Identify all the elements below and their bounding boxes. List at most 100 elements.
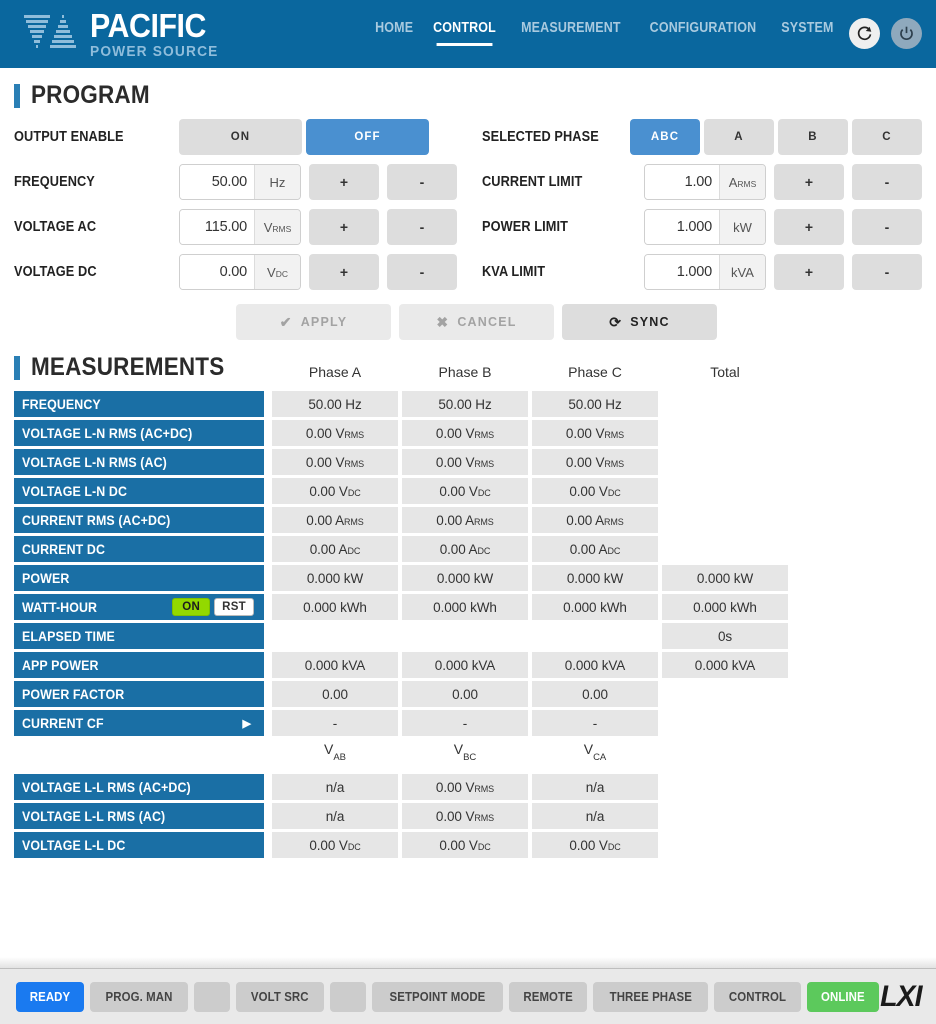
- program-title: PROGRAM: [31, 81, 150, 109]
- field-frequency[interactable]: 50.00 Hz: [179, 164, 301, 200]
- label-text: VOLTAGE L-N DC: [22, 483, 128, 499]
- decrement-frequency[interactable]: -: [387, 164, 457, 200]
- program-actions: ✔ APPLY ✖ CANCEL ⟳ SYNC: [236, 304, 922, 340]
- input-frequency[interactable]: 50.00: [180, 165, 254, 199]
- cell-value: n/a: [532, 803, 658, 829]
- watt-hour-controls: ON RST: [172, 598, 254, 616]
- nav-item-system[interactable]: SYSTEM: [781, 20, 833, 49]
- phase-a-button[interactable]: A: [704, 119, 774, 155]
- row-label-voltage-l-l-dc: VOLTAGE L-L DC: [14, 832, 264, 858]
- table-row: VOLTAGE L-N RMS (AC) 0.00 V RMS 0.00 V RMS 0.…: [14, 449, 922, 475]
- decrement-voltage-dc[interactable]: -: [387, 254, 457, 290]
- cell-value: 0.00 V RMS: [402, 449, 528, 475]
- row-label-current-cf: CURRENT CF ▶: [14, 710, 264, 736]
- decrement-kva-limit[interactable]: -: [852, 254, 922, 290]
- table-row: CURRENT CF ▶ - - -: [14, 710, 922, 736]
- row-label-voltage-l-n-rms-ac-: VOLTAGE L-N RMS (AC): [14, 449, 264, 475]
- increment-current-limit[interactable]: +: [774, 164, 844, 200]
- row-label-voltage-l-n-rms-ac-dc-: VOLTAGE L-N RMS (AC+DC): [14, 420, 264, 446]
- page-content: PROGRAM OUTPUT ENABLE ON OFF SELECTED PHA…: [0, 68, 936, 858]
- status-bar-divider: [0, 957, 936, 969]
- cell-total: 0.000 kWh: [662, 594, 788, 620]
- output-enable-on-button[interactable]: ON: [179, 119, 302, 155]
- increment-kva-limit[interactable]: +: [774, 254, 844, 290]
- phase-b-button[interactable]: B: [778, 119, 848, 155]
- output-enable-toggle[interactable]: ON OFF: [179, 119, 429, 155]
- watt-hour-on-button[interactable]: ON: [172, 598, 211, 616]
- phase-abc-button[interactable]: ABC: [630, 119, 700, 155]
- chip-label: CONTROL: [729, 989, 787, 1004]
- program-row: VOLTAGE DC 0.00 V DC + - KVA LIMIT 1.000 kVA + -: [14, 254, 922, 290]
- cell-value: 0.00 A DC: [532, 536, 658, 562]
- cell-total: [662, 507, 788, 533]
- measurements-section-header: MEASUREMENTS Phase A Phase B Phase C Total: [14, 340, 922, 391]
- output-enable-off-button[interactable]: OFF: [306, 119, 429, 155]
- increment-voltage-ac[interactable]: +: [309, 209, 379, 245]
- label-text: VOLTAGE L-L RMS (AC): [22, 808, 166, 824]
- program-section-header: PROGRAM: [14, 68, 922, 119]
- label-text: FREQUENCY: [22, 396, 101, 412]
- nav-item-home[interactable]: HOME: [375, 20, 413, 49]
- expand-icon[interactable]: ▶: [242, 717, 251, 730]
- sync-button[interactable]: ⟳ SYNC: [562, 304, 717, 340]
- measurements-table: FREQUENCY 50.00 Hz 50.00 Hz 50.00 Hz VOLTAGE…: [14, 391, 922, 736]
- nav-item-control[interactable]: CONTROL: [433, 20, 496, 49]
- watt-hour-reset-button[interactable]: RST: [214, 598, 254, 616]
- selected-phase-toggle[interactable]: ABC A B C: [630, 119, 922, 155]
- power-button[interactable]: [891, 17, 922, 49]
- phase-c-button[interactable]: C: [852, 119, 922, 155]
- field-voltage-dc[interactable]: 0.00 V DC: [179, 254, 301, 290]
- increment-power-limit[interactable]: +: [774, 209, 844, 245]
- increment-voltage-dc[interactable]: +: [309, 254, 379, 290]
- cell-value: 0.00 A RMS: [532, 507, 658, 533]
- label-voltage-ac: VOLTAGE AC: [14, 219, 97, 235]
- field-voltage-ac[interactable]: 115.00 V RMS: [179, 209, 301, 245]
- nav-item-configuration[interactable]: CONFIGURATION: [650, 20, 757, 49]
- row-label-app-power: APP POWER: [14, 652, 264, 678]
- cell-value: 0.00 V DC: [402, 832, 528, 858]
- cell-total: [662, 478, 788, 504]
- chip-label: PROG. MAN: [105, 989, 173, 1004]
- label-text: CURRENT CF: [22, 715, 104, 731]
- refresh-icon: [857, 26, 872, 40]
- input-voltage-dc[interactable]: 0.00: [180, 255, 254, 289]
- cancel-button[interactable]: ✖ CANCEL: [399, 304, 554, 340]
- status-chip-blank-4: [329, 981, 366, 1012]
- table-row: VOLTAGE L-L RMS (AC+DC) n/a 0.00 V RMS n/a: [14, 774, 922, 800]
- field-kva-limit[interactable]: 1.000 kVA: [644, 254, 766, 290]
- table-row: FREQUENCY 50.00 Hz 50.00 Hz 50.00 Hz: [14, 391, 922, 417]
- field-current-limit[interactable]: 1.00 A RMS: [644, 164, 766, 200]
- cell-value: 0.00 V RMS: [532, 420, 658, 446]
- cell-value: 50.00 Hz: [272, 391, 398, 417]
- table-row: VOLTAGE L-L RMS (AC) n/a 0.00 V RMS n/a: [14, 803, 922, 829]
- cell-value: 0.00: [532, 681, 658, 707]
- decrement-current-limit[interactable]: -: [852, 164, 922, 200]
- input-voltage-ac[interactable]: 115.00: [180, 210, 254, 244]
- input-current-limit[interactable]: 1.00: [645, 165, 719, 199]
- label-text: CURRENT RMS (AC+DC): [22, 512, 171, 528]
- check-icon: ✔: [279, 314, 293, 330]
- input-kva-limit[interactable]: 1.000: [645, 255, 719, 289]
- cell-total: [662, 449, 788, 475]
- decrement-power-limit[interactable]: -: [852, 209, 922, 245]
- nav-item-measurement[interactable]: MEASUREMENT: [522, 20, 622, 49]
- status-chip-setpoint-mode: SETPOINT MODE: [371, 981, 503, 1012]
- input-power-limit[interactable]: 1.000: [645, 210, 719, 244]
- cell-value: 0.00 A RMS: [272, 507, 398, 533]
- refresh-button[interactable]: [849, 17, 880, 49]
- column-header-total: Total: [710, 364, 740, 380]
- status-chip-three-phase: THREE PHASE: [592, 981, 709, 1012]
- chip-label: READY: [29, 989, 71, 1004]
- increment-frequency[interactable]: +: [309, 164, 379, 200]
- chip-label: VOLT SRC: [250, 989, 309, 1004]
- label-text: VOLTAGE L-N RMS (AC+DC): [22, 425, 193, 441]
- decrement-voltage-ac[interactable]: -: [387, 209, 457, 245]
- row-label-watt-hour: WATT-HOUR ON RST: [14, 594, 264, 620]
- cross-icon: ✖: [436, 314, 450, 330]
- cell-value: 0.00 V RMS: [532, 449, 658, 475]
- apply-button[interactable]: ✔ APPLY: [236, 304, 391, 340]
- column-header-phase-a: Phase A: [308, 364, 362, 380]
- field-power-limit[interactable]: 1.000 kW: [644, 209, 766, 245]
- cell-value: 0.00 A RMS: [402, 507, 528, 533]
- button-label: SYNC: [630, 315, 670, 329]
